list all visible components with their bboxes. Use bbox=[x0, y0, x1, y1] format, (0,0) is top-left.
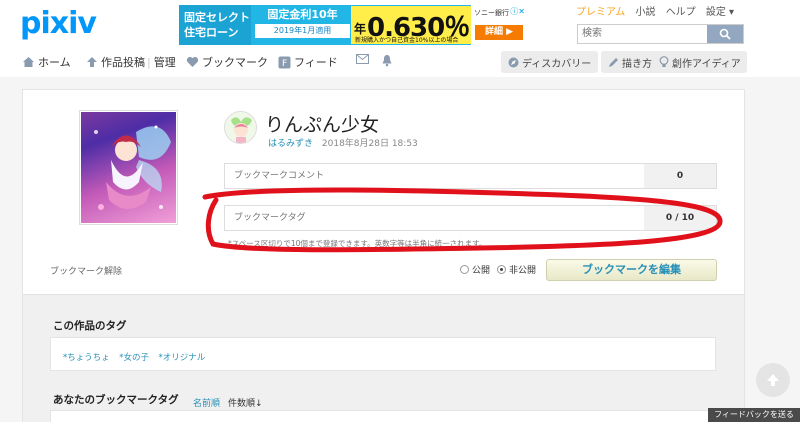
author-line: はるみずき 2018年8月28日 18:53 bbox=[268, 136, 418, 149]
search-icon bbox=[719, 28, 731, 40]
compass-icon bbox=[508, 57, 519, 67]
author-avatar[interactable] bbox=[224, 111, 257, 144]
tag-hint: *スペース区切りで10個まで登録できます。英数字等は半角に統一されます。 bbox=[228, 239, 487, 248]
ad-choices-icon[interactable]: ⓘ✕ bbox=[510, 6, 525, 17]
arrow-up-icon bbox=[767, 374, 779, 386]
pencil-icon bbox=[609, 57, 618, 67]
heart-icon bbox=[186, 56, 199, 67]
artwork-image bbox=[81, 112, 176, 223]
my-tags-box bbox=[50, 410, 716, 422]
sort-by-name[interactable]: 名前順 bbox=[193, 396, 220, 409]
upload-icon bbox=[87, 57, 97, 67]
work-tag[interactable]: *女の子 bbox=[119, 353, 149, 363]
search-input[interactable] bbox=[578, 25, 698, 42]
discovery-button[interactable]: ディスカバリー bbox=[501, 51, 599, 73]
bell-icon bbox=[382, 55, 392, 67]
public-label[interactable]: 公開 bbox=[472, 263, 490, 276]
comment-count: 0 bbox=[644, 164, 716, 188]
nav-messages[interactable] bbox=[356, 54, 372, 64]
search-button[interactable] bbox=[707, 25, 743, 43]
idea-label: 創作アイディア bbox=[672, 58, 741, 70]
nav-post[interactable]: 作品投稿 bbox=[86, 54, 145, 70]
artwork-illustration bbox=[94, 125, 171, 210]
edit-bookmark-button[interactable]: ブックマークを編集 bbox=[546, 259, 717, 281]
ad-banner[interactable]: 固定セレクト 住宅ローン 固定金利10年 2019年1月適用 年 0.630％ … bbox=[179, 5, 527, 45]
idea-button[interactable]: 創作アイディア bbox=[652, 51, 747, 73]
novel-link[interactable]: 小説 bbox=[636, 7, 656, 18]
post-date: 2018年8月28日 18:53 bbox=[321, 139, 418, 149]
nav-manage-wrap: | 管理 bbox=[147, 54, 176, 70]
private-radio[interactable] bbox=[497, 265, 507, 274]
top-bar: pixiv 固定セレクト 住宅ローン 固定金利10年 2019年1月適用 年 0… bbox=[0, 0, 800, 49]
remove-bookmark-link[interactable]: ブックマーク解除 bbox=[50, 264, 122, 277]
search-box bbox=[577, 24, 744, 44]
nav-feed[interactable]: F フィード bbox=[278, 54, 338, 70]
ad-left-line2: 住宅ローン bbox=[184, 26, 239, 39]
ad-bank-name: ソニー銀行 bbox=[474, 9, 509, 17]
discovery-label: ディスカバリー bbox=[522, 58, 592, 70]
feedback-button[interactable]: フィードバックを送る bbox=[708, 408, 800, 422]
ad-right-block: ソニー銀行 ⓘ✕ 詳細 ▶ bbox=[471, 5, 527, 45]
nav-home-label: ホーム bbox=[38, 56, 71, 69]
draw-guide-button[interactable]: 描き方 bbox=[601, 51, 659, 73]
help-link[interactable]: ヘルプ bbox=[666, 7, 696, 18]
lightbulb-icon bbox=[659, 56, 669, 67]
work-tags-box: *ちょうちょ *女の子 *オリジナル bbox=[50, 337, 716, 371]
ad-rate-block: 年 0.630％ 新規購入かつ自己資金10%以上の場合 bbox=[351, 6, 471, 44]
artwork-title[interactable]: りんぷん少女 bbox=[265, 110, 379, 137]
nav-divider: | bbox=[147, 55, 151, 69]
draw-guide-label: 描き方 bbox=[622, 58, 652, 70]
comment-input[interactable] bbox=[225, 164, 645, 188]
ad-left-block: 固定セレクト 住宅ローン bbox=[179, 5, 251, 45]
ad-mid-block: 固定金利10年 2019年1月適用 bbox=[255, 8, 350, 38]
nav-post-label: 作品投稿 bbox=[101, 56, 145, 69]
private-label[interactable]: 非公開 bbox=[509, 263, 536, 276]
ad-mid-line1: 固定金利10年 bbox=[267, 8, 338, 21]
artwork-thumbnail[interactable] bbox=[79, 110, 178, 225]
mail-icon bbox=[356, 54, 369, 64]
nav-notifications[interactable] bbox=[381, 54, 396, 67]
work-tag[interactable]: *ちょうちょ bbox=[63, 353, 110, 363]
sort-by-count[interactable]: 件数順↓ bbox=[228, 396, 263, 409]
nav-bookmarks[interactable]: ブックマーク bbox=[186, 54, 268, 70]
public-radio[interactable] bbox=[460, 265, 469, 274]
pixiv-logo[interactable]: pixiv bbox=[20, 6, 97, 41]
work-tag[interactable]: *オリジナル bbox=[159, 353, 206, 363]
work-tags-heading: この作品のタグ bbox=[53, 320, 127, 332]
work-tags-list: *ちょうちょ *女の子 *オリジナル bbox=[63, 350, 211, 363]
feed-icon: F bbox=[278, 56, 291, 69]
settings-link[interactable]: 設定 ▾ bbox=[706, 7, 734, 18]
tags-section: この作品のタグ *ちょうちょ *女の子 *オリジナル あなたのブックマークタグ … bbox=[22, 295, 745, 422]
nav-bookmarks-label: ブックマーク bbox=[202, 56, 268, 69]
tag-field: 0 / 10 bbox=[224, 205, 717, 231]
my-tags-heading: あなたのブックマークタグ bbox=[53, 394, 179, 406]
tag-input[interactable] bbox=[225, 206, 645, 230]
top-links: プレミアム 小説 ヘルプ 設定 ▾ bbox=[576, 3, 741, 18]
global-nav: ホーム 作品投稿 | 管理 ブックマーク F フィード ディスカバリー 描き方 … bbox=[0, 49, 800, 77]
svg-text:F: F bbox=[282, 59, 287, 69]
nav-home[interactable]: ホーム bbox=[22, 54, 71, 70]
nav-feed-label: フィード bbox=[294, 56, 338, 69]
ad-left-line1: 固定セレクト bbox=[184, 11, 250, 24]
tag-count: 0 / 10 bbox=[644, 206, 716, 230]
nav-manage[interactable]: 管理 bbox=[154, 54, 176, 70]
home-icon bbox=[23, 57, 34, 67]
avatar-image bbox=[231, 117, 252, 143]
bookmark-panel: りんぷん少女 はるみずき 2018年8月28日 18:53 0 0 / 10 *… bbox=[22, 89, 745, 295]
author-name[interactable]: はるみずき bbox=[268, 139, 313, 149]
ad-detail-button[interactable]: 詳細 ▶ bbox=[475, 25, 523, 40]
ad-mid-line2: 2019年1月適用 bbox=[255, 24, 350, 38]
premium-link[interactable]: プレミアム bbox=[576, 7, 625, 18]
comment-field: 0 bbox=[224, 163, 717, 189]
scroll-top-button[interactable] bbox=[756, 363, 790, 397]
visibility-options: 公開 非公開 bbox=[460, 263, 536, 276]
ad-rate-note: 新規購入かつ自己資金10%以上の場合 bbox=[355, 37, 459, 44]
